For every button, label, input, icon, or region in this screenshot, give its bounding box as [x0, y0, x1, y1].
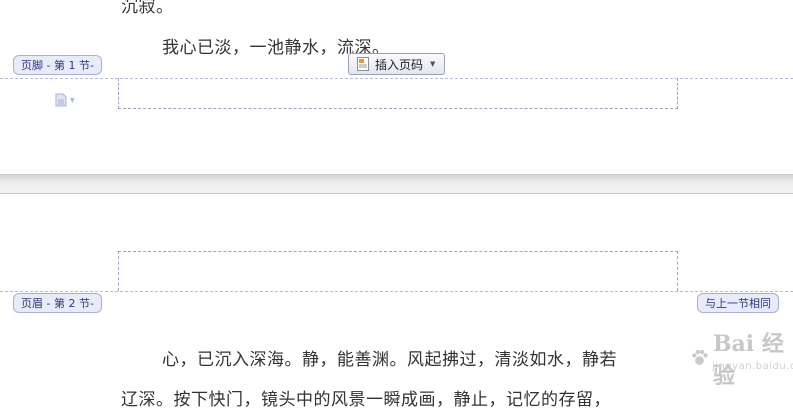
page-gap	[0, 175, 793, 193]
paw-logo-icon	[692, 349, 708, 365]
insert-page-number-button[interactable]: 插入页码 ▼	[348, 53, 445, 75]
document-icon	[55, 93, 67, 107]
body-text-line: 沉寂。	[121, 0, 174, 17]
insert-page-number-label: 插入页码	[375, 57, 424, 72]
footer-section-tab[interactable]: 页脚 - 第 1 节-	[13, 55, 102, 75]
document-page-2: 页眉 - 第 2 节- 与上一节相同 心，已沉入深海。静，能善渊。风起拂过，清淡…	[0, 193, 793, 410]
chevron-down-icon: ▼	[430, 60, 436, 68]
footer-area[interactable]	[118, 78, 678, 109]
header-section-tab[interactable]: 页眉 - 第 2 节-	[13, 293, 102, 313]
chevron-down-icon: ▼	[70, 96, 75, 104]
watermark-logo: Bai 经验	[712, 331, 784, 389]
body-text-line: 心，已沉入深海。静，能善渊。风起拂过，清淡如水，静若	[162, 350, 617, 370]
watermark-url: jingyan.baidu.com	[712, 361, 793, 372]
footer-options-button[interactable]: ▼	[55, 93, 75, 107]
header-separator-line	[0, 291, 793, 292]
document-page-1: 沉寂。 我心已淡，一池静水，流深。 页脚 - 第 1 节- 插入页码 ▼ ▼	[0, 0, 793, 175]
body-text-line: 辽深。按下快门，镜头中的风景一瞬成画，静止，记忆的存留，	[121, 390, 611, 410]
link-to-previous-tab[interactable]: 与上一节相同	[697, 293, 779, 313]
document-icon	[357, 57, 369, 71]
watermark: Bai 经验 jingyan.baidu.com	[690, 326, 793, 390]
header-area[interactable]	[118, 251, 678, 291]
